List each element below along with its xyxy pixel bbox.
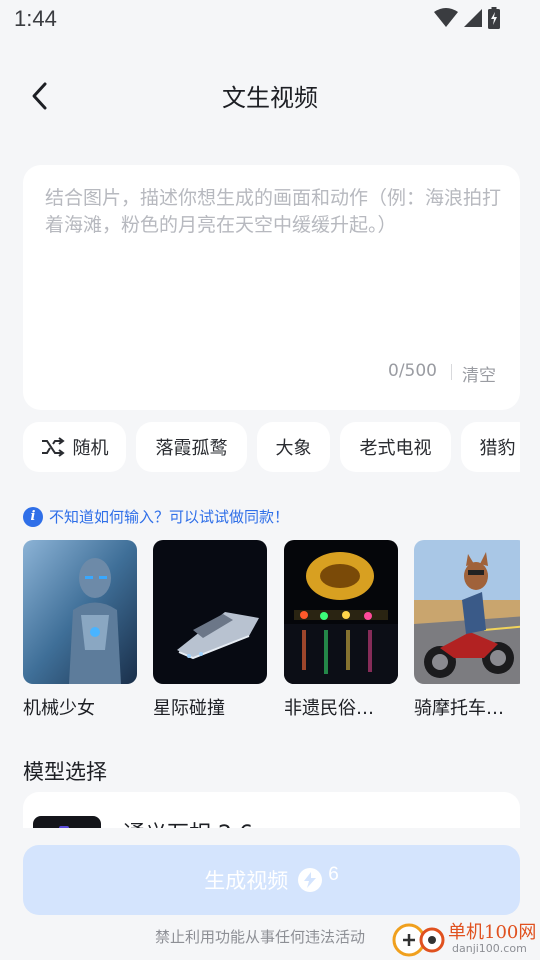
example-label: 星际碰撞 (153, 698, 225, 719)
example-label: 非遗民俗… (284, 698, 374, 719)
cell-signal-icon (464, 9, 482, 27)
page: 1:44 文生视频 0/500 清空 (0, 0, 540, 960)
example-templates: 机械少女 星际碰撞 非遗民俗… 骑摩托车… (23, 540, 520, 730)
chip-label: 猎豹 (479, 438, 516, 459)
prompt-input[interactable] (45, 185, 501, 365)
prompt-card: 0/500 清空 (23, 165, 520, 410)
generate-label: 生成视频 (204, 870, 289, 893)
chip-label: 随机 (72, 438, 109, 459)
chip-label: 老式电视 (359, 438, 432, 459)
site-watermark: 单机100网 danji100.com (392, 916, 540, 960)
watermark-title: 单机100网 (448, 922, 537, 943)
chip-random[interactable]: 随机 (23, 422, 126, 472)
status-time: 1:44 (14, 6, 57, 31)
try-same-hint[interactable]: i 不知道如何输入？可以试试做同款！ (23, 506, 289, 527)
info-icon: i (23, 506, 43, 527)
example-card[interactable]: 星际碰撞 (153, 540, 267, 720)
disclaimer-text: 禁止利用功能从事任何违法活动 (155, 928, 366, 946)
wifi-icon (434, 8, 458, 27)
model-section-title: 模型选择 (23, 760, 107, 784)
clear-button[interactable]: 清空 (462, 361, 496, 386)
status-bar: 1:44 (0, 0, 540, 38)
generate-video-button[interactable]: 生成视频 6 (23, 845, 520, 915)
char-counter: 0/500 (388, 361, 437, 381)
example-card[interactable]: 机械少女 (23, 540, 137, 720)
chip-item[interactable]: 落霞孤鹜 (136, 422, 247, 472)
chip-item[interactable]: 老式电视 (340, 422, 451, 472)
chip-item[interactable]: 猎豹 (461, 422, 520, 472)
battery-icon (488, 7, 500, 29)
hint-text: 不知道如何输入？可以试试做同款！ (49, 508, 290, 526)
status-icons (434, 7, 500, 29)
counter-divider (451, 364, 452, 380)
example-label: 机械少女 (23, 698, 95, 719)
shuffle-icon (41, 437, 65, 457)
prompt-chips: 随机 落霞孤鹜 大象 老式电视 猎豹 (23, 422, 520, 474)
example-card[interactable]: 非遗民俗… (284, 540, 398, 720)
example-thumbnail (153, 540, 267, 684)
page-title: 文生视频 (222, 84, 318, 112)
chip-item[interactable]: 大象 (257, 422, 330, 472)
credit-cost: 6 (328, 864, 339, 885)
chip-label: 大象 (275, 438, 312, 459)
chip-label: 落霞孤鹜 (155, 438, 228, 459)
example-thumbnail (414, 540, 520, 684)
example-thumbnail (23, 540, 137, 684)
example-thumbnail (284, 540, 398, 684)
watermark-url: danji100.com (452, 942, 527, 955)
example-label: 骑摩托车… (414, 698, 504, 719)
watermark-logo (392, 923, 445, 957)
example-card[interactable]: 骑摩托车… (414, 540, 520, 720)
lightning-icon (298, 868, 323, 892)
